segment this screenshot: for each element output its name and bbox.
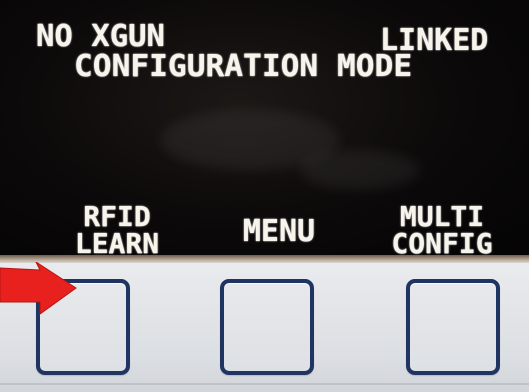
softkey-label-rfid-learn: RFID LEARN xyxy=(52,200,182,258)
softkey-button-multi-config[interactable] xyxy=(406,279,500,375)
softkey-label-line: MENU xyxy=(242,214,316,249)
screen-smudge xyxy=(300,150,420,190)
softkey-label-line: CONFIG xyxy=(391,227,493,258)
softkey-label-menu: MENU xyxy=(224,214,334,249)
device-front: NO XGUN LINKED CONFIGURATION MODE RFID L… xyxy=(0,0,529,392)
softkey-label-multi-config: MULTI CONFIG xyxy=(372,200,512,258)
softkey-button-menu[interactable] xyxy=(220,279,314,375)
softkey-label-line: MULTI xyxy=(399,200,485,233)
panel-seam xyxy=(0,383,529,385)
softkey-label-line: LEARN xyxy=(74,227,160,258)
lcd-screen: NO XGUN LINKED CONFIGURATION MODE RFID L… xyxy=(0,0,529,258)
softkey-label-line: RFID xyxy=(83,200,151,233)
mode-title: CONFIGURATION MODE xyxy=(74,49,413,84)
xgun-status: NO XGUN xyxy=(36,19,165,54)
red-arrow-icon xyxy=(0,262,77,315)
